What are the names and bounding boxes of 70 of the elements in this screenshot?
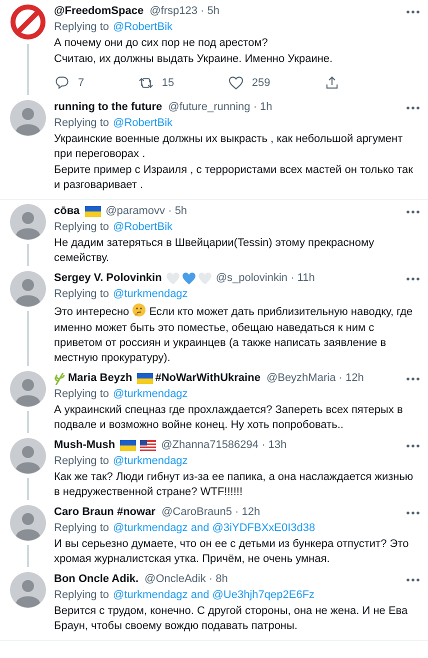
user-name[interactable]: #NoWarWithUkraine bbox=[155, 371, 260, 386]
user-name[interactable]: @FreedomSpace bbox=[54, 4, 144, 19]
replying-label: Replying to bbox=[54, 287, 110, 302]
leaf-icon bbox=[54, 372, 66, 385]
more-icon[interactable] bbox=[406, 276, 420, 280]
more-icon[interactable] bbox=[406, 10, 420, 14]
user-name[interactable]: running to the future bbox=[54, 100, 162, 115]
user-handle: @CaroBraun5 · 12h bbox=[161, 505, 260, 520]
thinking-emoji-icon bbox=[132, 303, 146, 317]
tweet-text: Если кто может дать приблизительную наводку, где bbox=[149, 306, 413, 318]
retweet-button[interactable]: 15 bbox=[138, 75, 174, 91]
avatar[interactable] bbox=[10, 204, 46, 240]
replying-label: Replying to bbox=[54, 220, 110, 235]
heart-icon bbox=[166, 272, 180, 285]
user-handle: @future_running · 1h bbox=[168, 100, 272, 115]
more-icon[interactable] bbox=[406, 444, 420, 448]
more-icon[interactable] bbox=[406, 376, 420, 380]
more-icon[interactable] bbox=[406, 578, 420, 582]
tweet-text: А почему они до сих пор не под арестом? bbox=[54, 37, 268, 49]
tweet-text: Верится с трудом, конечно. С другой стороны, она не жена. И не Ева Браун, чтобы своему вождю подавать патроны. bbox=[54, 605, 408, 632]
like-icon bbox=[228, 75, 244, 91]
avatar[interactable] bbox=[10, 572, 46, 608]
heart-icon bbox=[182, 272, 196, 285]
tweet-text: Это интересно bbox=[54, 306, 130, 318]
replying-label: Replying to bbox=[54, 521, 110, 536]
reply-icon bbox=[54, 75, 70, 91]
user-name[interactable]: Bon Oncle Adik. bbox=[54, 572, 139, 587]
replying-label: Replying to bbox=[54, 20, 110, 35]
user-name[interactable]: Caro Braun #nowar bbox=[54, 505, 156, 520]
flag-icon bbox=[120, 440, 136, 451]
avatar[interactable] bbox=[10, 271, 46, 307]
tweet-text: Как же так? Люди гибнут из-за ее папика, а она наслаждается жизнью в недружественной стране? WTF!!!!!! bbox=[54, 471, 414, 498]
user-name[interactable]: Mush-Mush bbox=[54, 438, 116, 453]
tweet-text: Берите пример с Израиля , с террористами всех мастей он только так и разговаривает . bbox=[54, 164, 413, 191]
flag-icon bbox=[84, 206, 101, 217]
retweet-icon bbox=[138, 75, 154, 91]
tweet-text: Считаю, их должны выдать Украине. Именно Украине. bbox=[54, 53, 333, 65]
heart-icon bbox=[198, 272, 212, 285]
more-icon[interactable] bbox=[406, 210, 420, 214]
more-icon[interactable] bbox=[406, 510, 420, 514]
tweet-text: Украинские военные должны их выкрасть , как небольшой аргумент при переговорах . bbox=[54, 133, 403, 160]
avatar[interactable] bbox=[10, 371, 46, 407]
user-name[interactable]: Sergey V. Polovinkin bbox=[54, 271, 162, 286]
tweet-text: И вы серьезно думаете, что он ее с детьми из бункера отпустит? Это хромая журналистская утка. Причём, не очень умная. bbox=[54, 538, 409, 565]
tweet-text: именно может быть это поместье, обещаю наведаться к ним с приветом от россиян и украинцев (а также написать заявление в местную прокуратуру). bbox=[54, 322, 386, 364]
replying-label: Replying to bbox=[54, 588, 110, 603]
user-handle: @Zhanna71586294 · 13h bbox=[161, 438, 287, 453]
tweet-text: Не дадим затеряться в Швейцарии(Tessin) этому прекрасному семейству. bbox=[54, 237, 374, 264]
share-button[interactable] bbox=[324, 75, 340, 91]
prohibition-sign-avatar[interactable] bbox=[10, 4, 46, 40]
replying-label: Replying to bbox=[54, 454, 110, 469]
user-name[interactable]: cōва bbox=[54, 204, 80, 219]
user-handle: @OncleAdik · 8h bbox=[144, 572, 228, 587]
user-handle: @paramovv · 5h bbox=[106, 204, 188, 219]
avatar[interactable] bbox=[10, 100, 46, 136]
more-icon[interactable] bbox=[406, 106, 420, 110]
like-button[interactable]: 259 bbox=[228, 75, 270, 91]
avatar[interactable] bbox=[10, 438, 46, 474]
reply-button[interactable]: 7 bbox=[54, 75, 84, 91]
user-handle: @BeyzhMaria · 12h bbox=[266, 371, 364, 386]
user-handle: @frsp123 · 5h bbox=[150, 4, 220, 19]
flag-icon bbox=[140, 440, 156, 451]
avatar[interactable] bbox=[10, 505, 46, 541]
replying-label: Replying to bbox=[54, 387, 110, 402]
replying-label: Replying to bbox=[54, 116, 110, 131]
tweet-text: А украинский спецназ где прохлаждается? Запереть всех пятерых в подвале и возможно войне конец. Ну хоть попробовать.. bbox=[54, 404, 403, 431]
flag-icon bbox=[137, 373, 154, 384]
share-icon bbox=[324, 75, 340, 91]
user-name[interactable]: Maria Beyzh bbox=[68, 371, 132, 386]
user-handle: @s_polovinkin · 11h bbox=[216, 271, 315, 286]
